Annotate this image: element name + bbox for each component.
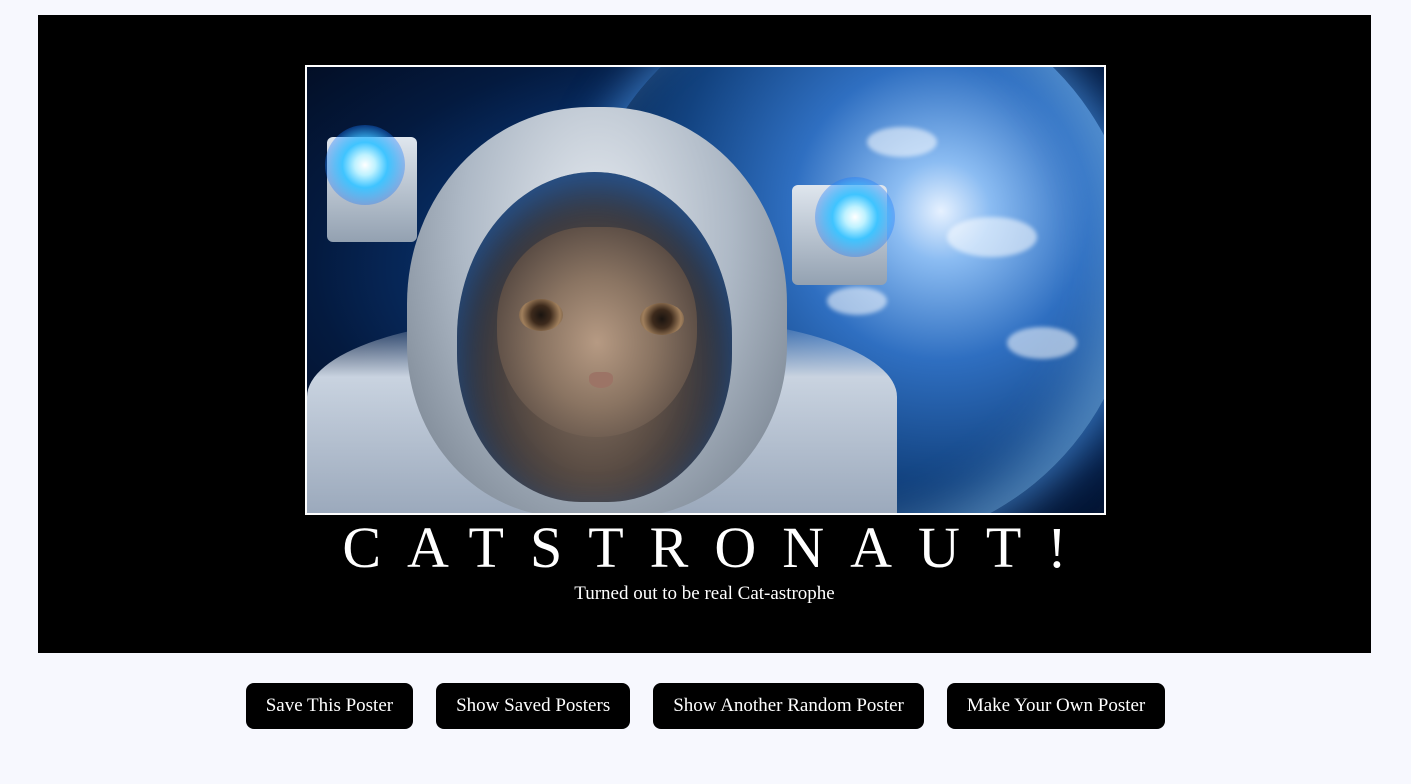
light-icon [815,177,895,257]
cat-eye-left [519,299,563,331]
save-poster-button[interactable]: Save This Poster [245,683,414,729]
poster-quote: Turned out to be real Cat-astrophe [574,583,835,604]
poster: CATSTRONAUT! Turned out to be real Cat-a… [38,15,1371,653]
cloud [1007,327,1077,359]
poster-title: CATSTRONAUT! [342,515,1093,580]
show-saved-posters-button[interactable]: Show Saved Posters [436,683,631,729]
cloud [827,287,887,315]
cat-eye-right [640,303,684,335]
poster-controls: Save This Poster Show Saved Posters Show… [0,683,1411,729]
random-poster-button[interactable]: Show Another Random Poster [653,683,924,729]
cloud [867,127,937,157]
cloud [947,217,1037,257]
make-own-poster-button[interactable]: Make Your Own Poster [946,683,1166,729]
cat-nose [589,372,613,388]
light-icon [325,125,405,205]
poster-image [305,65,1106,515]
